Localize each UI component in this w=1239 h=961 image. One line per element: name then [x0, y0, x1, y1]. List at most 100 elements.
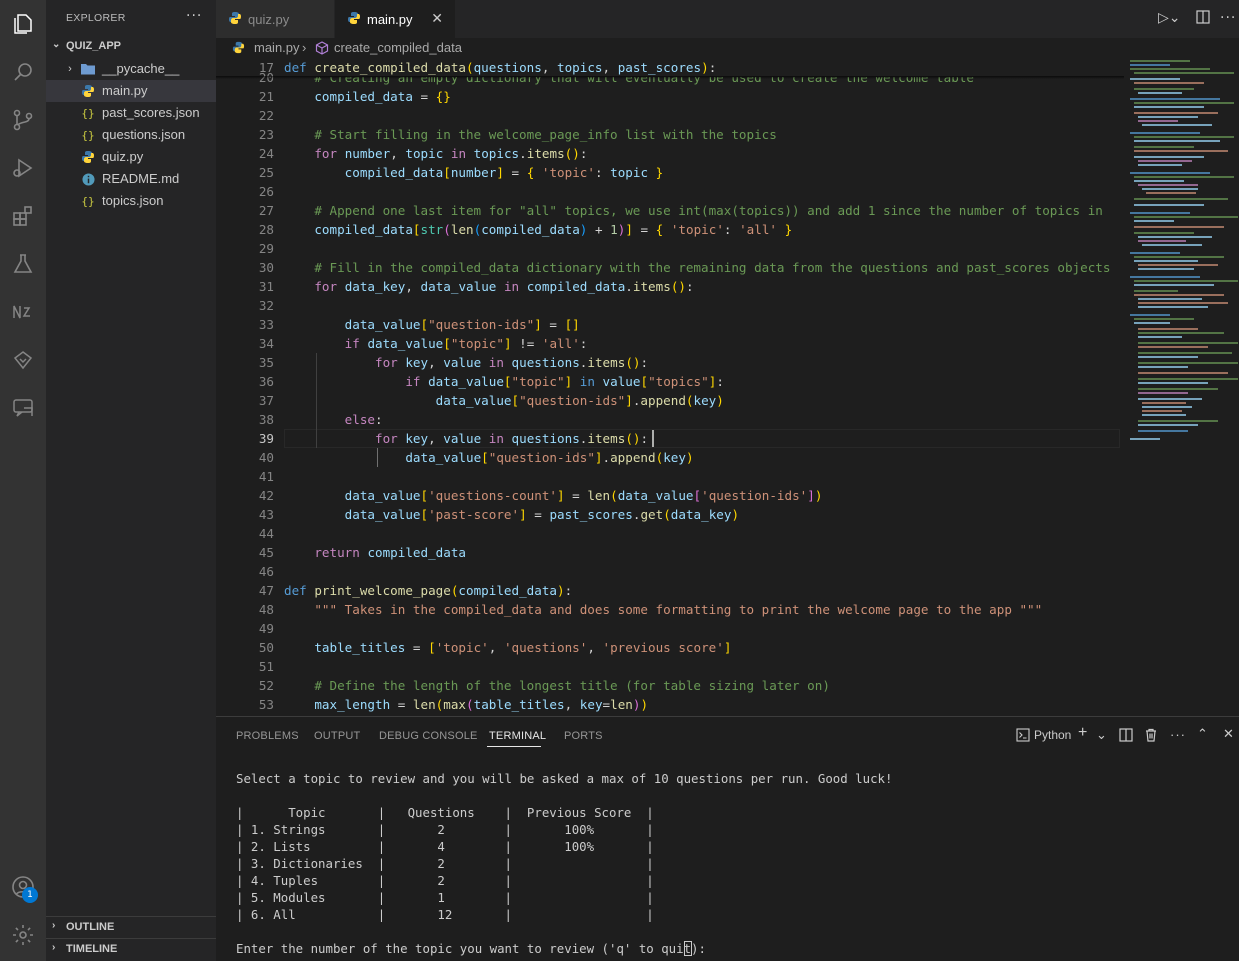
active-tab-indicator [487, 746, 541, 747]
line-number: 50 [258, 640, 274, 655]
code-line: return compiled_data [314, 545, 467, 560]
tab-debug-console[interactable]: DEBUG CONSOLE [379, 730, 478, 742]
line-number: 34 [258, 336, 274, 351]
code-line: table_titles = ['topic', 'questions', 'p… [314, 640, 732, 655]
maximize-panel-icon[interactable]: ⌃ [1197, 726, 1208, 742]
line-number: 26 [258, 184, 274, 199]
testing-icon[interactable] [9, 250, 37, 278]
activity-bar: 1 [0, 0, 46, 961]
tree-item-quiz-py[interactable]: quiz.py [46, 146, 216, 168]
explorer-title: EXPLORER [66, 12, 126, 24]
terminal-cursor [684, 941, 692, 956]
line-number: 39 [258, 431, 274, 446]
line-number: 29 [258, 241, 274, 256]
terminal-line: | 5. Modules | 1 | | [236, 890, 654, 905]
sticky-scroll-line[interactable]: def create_compiled_data(questions, topi… [284, 58, 1124, 77]
line-number: 28 [258, 222, 274, 237]
code-line: data_value["question-ids"].append(key) [435, 393, 724, 408]
tab-output[interactable]: OUTPUT [314, 730, 360, 742]
trash-icon[interactable] [1144, 728, 1158, 745]
tab-main-py[interactable]: main.py ✕ [335, 0, 455, 38]
code-line: for data_key, data_value in compiled_dat… [314, 279, 694, 294]
breadcrumb-file[interactable]: main.py [254, 40, 300, 55]
code-editor[interactable]: 17 20 21 22 23 24 25 26 27 28 29 30 31 3… [216, 58, 1239, 716]
new-terminal-icon[interactable]: + [1078, 724, 1087, 742]
line-number: 24 [258, 146, 274, 161]
folder-quiz-app[interactable]: ⌄ QUIZ_APP [46, 36, 216, 58]
editor-more-icon[interactable]: ··· [1220, 10, 1236, 26]
explorer-more-icon[interactable]: ··· [186, 8, 202, 24]
terminal-line: | 3. Dictionaries | 2 | | [236, 856, 654, 871]
line-number: 32 [258, 298, 274, 313]
chevron-right-icon: › [68, 63, 72, 75]
json-file-icon: {} [81, 128, 95, 142]
run-python-icon[interactable]: ▷⌄ [1158, 10, 1181, 26]
chevron-down-icon: ⌄ [52, 39, 61, 50]
chevron-down-icon[interactable]: ⌄ [1096, 727, 1107, 743]
terminal-shell-name[interactable]: Python [1034, 728, 1071, 742]
tree-item-readme-md[interactable]: README.md [46, 168, 216, 190]
chevron-right-icon: › [52, 920, 56, 931]
chevron-right-icon: › [302, 40, 307, 55]
tab-ports[interactable]: PORTS [564, 730, 603, 742]
split-terminal-icon[interactable] [1119, 728, 1133, 745]
tab-quiz-py[interactable]: quiz.py [216, 0, 334, 38]
line-number-gutter: 17 20 21 22 23 24 25 26 27 28 29 30 31 3… [216, 58, 274, 716]
tab-problems[interactable]: PROBLEMS [236, 730, 299, 742]
terminal-icon [1016, 728, 1030, 745]
explorer-icon[interactable] [9, 10, 37, 38]
code-line: """ Takes in the compiled_data and does … [314, 602, 1043, 617]
outline-section[interactable]: › OUTLINE [46, 916, 216, 938]
code-line: for number, topic in topics.items(): [314, 146, 588, 161]
terminal-line: | 2. Lists | 4 | 100% | [236, 839, 654, 854]
code-line: data_value["question-ids"].append(key) [405, 450, 694, 465]
code-line: data_value['questions-count'] = len(data… [344, 488, 823, 503]
remote-icon[interactable] [9, 346, 37, 374]
tree-item-past-scores-json[interactable]: {} past_scores.json [46, 102, 216, 124]
split-editor-icon[interactable] [1196, 10, 1210, 28]
line-number: 35 [258, 355, 274, 370]
timeline-section[interactable]: › TIMELINE [46, 938, 216, 960]
tree-item-main-py[interactable]: main.py [46, 80, 216, 102]
line-number: 51 [258, 659, 274, 674]
settings-gear-icon[interactable] [9, 921, 37, 949]
run-debug-icon[interactable] [9, 154, 37, 182]
terminal-prompt[interactable]: Enter the number of the topic you want t… [236, 940, 713, 957]
code-line: # Fill in the compiled_data dictionary w… [284, 260, 1111, 275]
tab-terminal[interactable]: TERMINAL [489, 730, 546, 742]
terminal-line: | 1. Strings | 2 | 100% | [236, 822, 654, 837]
method-symbol-icon [315, 41, 329, 58]
breadcrumb-symbol[interactable]: create_compiled_data [334, 40, 462, 55]
line-number: 33 [258, 317, 274, 332]
info-icon [80, 171, 96, 187]
tree-item-questions-json[interactable]: {} questions.json [46, 124, 216, 146]
tree-item-topics-json[interactable]: {} topics.json [46, 190, 216, 212]
line-number: 45 [258, 545, 274, 560]
line-number: 52 [258, 678, 274, 693]
search-icon[interactable] [9, 58, 37, 86]
code-line: data_value['past-score'] = past_scores.g… [344, 507, 740, 522]
minimap[interactable] [1124, 58, 1239, 716]
folder-icon [80, 61, 96, 77]
python-file-icon [347, 11, 363, 27]
code-line: if data_value["topic"] in value["topics"… [405, 374, 724, 389]
line-number: 23 [258, 127, 274, 142]
code-line: if data_value["topic"] != 'all': [344, 336, 588, 351]
breadcrumb: main.py › create_compiled_data [216, 38, 1239, 58]
python-file-icon [80, 83, 96, 99]
line-number: 43 [258, 507, 274, 522]
chat-icon[interactable] [9, 394, 37, 422]
notebook-icon[interactable] [9, 298, 37, 326]
code-lines[interactable]: # Creating an empty dictionary that will… [284, 58, 1124, 716]
close-tab-icon[interactable]: ✕ [431, 10, 443, 27]
extensions-icon[interactable] [9, 202, 37, 230]
line-number: 37 [258, 393, 274, 408]
python-file-icon [80, 149, 96, 165]
line-number: 38 [258, 412, 274, 427]
panel-more-icon[interactable]: ··· [1170, 727, 1186, 742]
close-panel-icon[interactable]: ✕ [1223, 726, 1234, 742]
python-file-icon [228, 11, 244, 27]
source-control-icon[interactable] [9, 106, 37, 134]
tree-item-pycache[interactable]: › __pycache__ [46, 58, 216, 80]
bottom-panel: PROBLEMS OUTPUT DEBUG CONSOLE TERMINAL P… [216, 716, 1239, 961]
